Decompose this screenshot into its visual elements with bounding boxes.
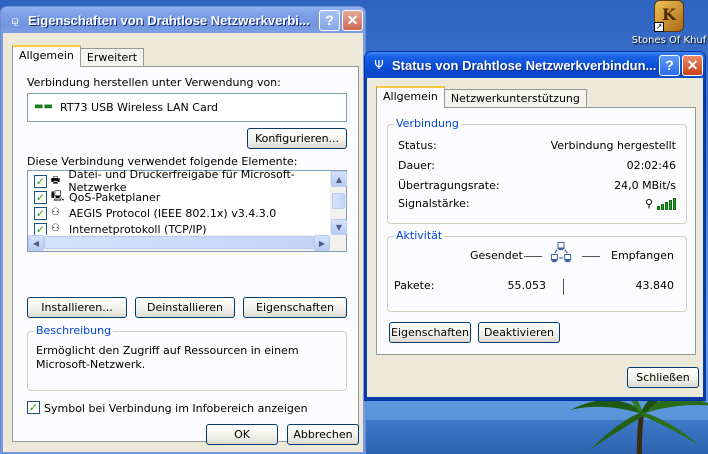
status-titlebar[interactable]: Ψ Status von Drahtlose Netzwerkverbindun… [365, 52, 705, 78]
vertical-scrollbar[interactable]: ▲ ▼ [330, 171, 347, 235]
network-connection-icon: ⚼ [10, 13, 20, 27]
window-title: Eigenschaften von Drahtlose Netzwerkverb… [28, 12, 310, 28]
tab-netzwerkunterstuetzung[interactable]: Netzwerkunterstützung [443, 89, 587, 108]
printer-share-icon: 🖶 [50, 175, 61, 186]
element-checkbox[interactable]: ✓ [34, 190, 47, 204]
properties-titlebar[interactable]: ⚼ Eigenschaften von Drahtlose Netzwerkve… [1, 7, 365, 33]
connection-group-title: Verbindung [394, 117, 461, 130]
duration-value: 02:02:46 [626, 159, 676, 172]
close-dialog-button[interactable]: Schließen [627, 367, 699, 388]
scroll-up-icon[interactable]: ▲ [331, 171, 347, 187]
signal-strength-icon: ⚲ [645, 197, 676, 210]
horizontal-scrollbar[interactable]: ◀ ▶ [28, 235, 346, 251]
element-checkbox[interactable]: ✓ [34, 174, 47, 188]
received-label: Empfangen [611, 249, 674, 262]
divider [563, 279, 564, 295]
elements-list[interactable]: ✓ 🖶 Datei- und Druckerfreigabe für Micro… [27, 168, 347, 252]
adapter-box: ▬▬ RT73 USB Wireless LAN Card [27, 93, 347, 122]
shortcut-arrow-icon: ↗ [654, 22, 664, 32]
packets-sent-value: 55.053 [507, 279, 547, 292]
description-text: Ermöglicht den Zugriff auf Ressourcen in… [36, 344, 299, 357]
desktop-icon-label: Stones Of Khuf [631, 35, 707, 46]
properties-client: Allgemein Erweitert Verbindung herstelle… [3, 33, 363, 452]
show-icon-checkbox[interactable]: ✓ [27, 401, 40, 414]
list-item[interactable]: ✓ ⚇ AEGIS Protocol (IEEE 802.1x) v3.4.3.… [34, 205, 276, 221]
scroll-right-icon[interactable]: ▶ [314, 235, 330, 251]
element-properties-button[interactable]: Eigenschaften [243, 297, 347, 318]
cancel-button[interactable]: Abbrechen [287, 424, 359, 445]
description-group: Beschreibung Ermöglicht den Zugriff auf … [27, 324, 347, 391]
list-item[interactable]: ✓ 🖶 Datei- und Druckerfreigabe für Micro… [34, 168, 346, 194]
show-icon-label: Symbol bei Verbindung im Infobereich anz… [44, 402, 308, 415]
description-title: Beschreibung [34, 324, 114, 337]
status-properties-button[interactable]: Eigenschaften [389, 322, 471, 343]
scroll-thumb[interactable] [332, 193, 345, 209]
tab-allgemein[interactable]: Allgemein [12, 45, 81, 67]
connection-group: Verbindung Status: Verbindung hergestell… [387, 117, 687, 224]
tab-erweitert[interactable]: Erweitert [79, 48, 145, 67]
protocol-icon: ⚇ [51, 223, 60, 234]
packets-label: Pakete: [394, 279, 435, 292]
activity-group: Aktivität Gesendet 🖧 Empfangen Pakete: 5… [387, 229, 687, 312]
sent-label: Gesendet [470, 249, 523, 262]
signal-row: Signalstärke: ⚲ [398, 197, 676, 213]
disable-button[interactable]: Deaktivieren [478, 322, 560, 343]
scroll-thumb-horizontal[interactable] [44, 236, 314, 249]
divider [524, 256, 542, 257]
scroll-left-icon[interactable]: ◀ [28, 235, 44, 251]
status-value: Verbindung hergestellt [550, 139, 676, 152]
element-checkbox[interactable]: ✓ [34, 222, 47, 236]
install-button[interactable]: Installieren... [27, 297, 127, 318]
status-row: Status: Verbindung hergestellt [398, 139, 676, 152]
status-window: Ψ Status von Drahtlose Netzwerkverbindun… [364, 51, 706, 401]
adapter-name: RT73 USB Wireless LAN Card [60, 101, 219, 114]
help-button[interactable]: ? [319, 9, 340, 31]
elements-label: Diese Verbindung verwendet folgende Elem… [27, 155, 298, 168]
protocol-icon: ⚇ [51, 207, 60, 218]
tab-strip: Allgemein Erweitert [12, 45, 145, 67]
network-activity-icon: 🖧 [549, 241, 573, 265]
tab-allgemein[interactable]: Allgemein [376, 86, 445, 108]
duration-row: Dauer: 02:02:46 [398, 159, 676, 172]
connect-using-label: Verbindung herstellen unter Verwendung v… [27, 76, 281, 89]
packets-received-value: 43.840 [635, 279, 675, 292]
ok-button[interactable]: OK [206, 424, 278, 445]
speed-row: Übertragungsrate: 24,0 MBit/s [398, 179, 676, 192]
status-client: Allgemein Netzwerkunterstützung Verbindu… [367, 78, 703, 397]
description-text-line2: Microsoft-Netzwerk. [36, 358, 146, 371]
scroll-down-icon[interactable]: ▼ [331, 219, 347, 235]
tab-panel-status: Verbindung Status: Verbindung hergestell… [376, 107, 696, 355]
uninstall-button[interactable]: Deinstallieren [135, 297, 235, 318]
element-checkbox[interactable]: ✓ [34, 206, 47, 220]
wireless-antenna-icon: Ψ [374, 58, 384, 72]
game-icon: K ↗ [654, 0, 684, 32]
configure-button[interactable]: Konfigurieren... [247, 128, 347, 149]
divider [582, 256, 600, 257]
tab-panel-general: Verbindung herstellen unter Verwendung v… [12, 66, 359, 442]
desktop-icon-stones-of-khuf[interactable]: K ↗ Stones Of Khuf [630, 0, 708, 46]
help-button[interactable]: ? [659, 54, 680, 76]
list-item[interactable]: ✓ 🖳 QoS-Paketplaner [34, 189, 160, 205]
network-card-icon: ▬▬ [34, 101, 53, 112]
close-button[interactable]: ✕ [682, 54, 703, 76]
window-title: Status von Drahtlose Netzwerkverbindun..… [392, 57, 657, 73]
activity-group-title: Aktivität [394, 229, 445, 242]
close-button[interactable]: ✕ [342, 9, 363, 31]
tab-strip: Allgemein Netzwerkunterstützung [376, 86, 587, 108]
properties-window: ⚼ Eigenschaften von Drahtlose Netzwerkve… [0, 6, 366, 454]
qos-icon: 🖳 [51, 191, 65, 202]
speed-value: 24,0 MBit/s [614, 179, 676, 192]
